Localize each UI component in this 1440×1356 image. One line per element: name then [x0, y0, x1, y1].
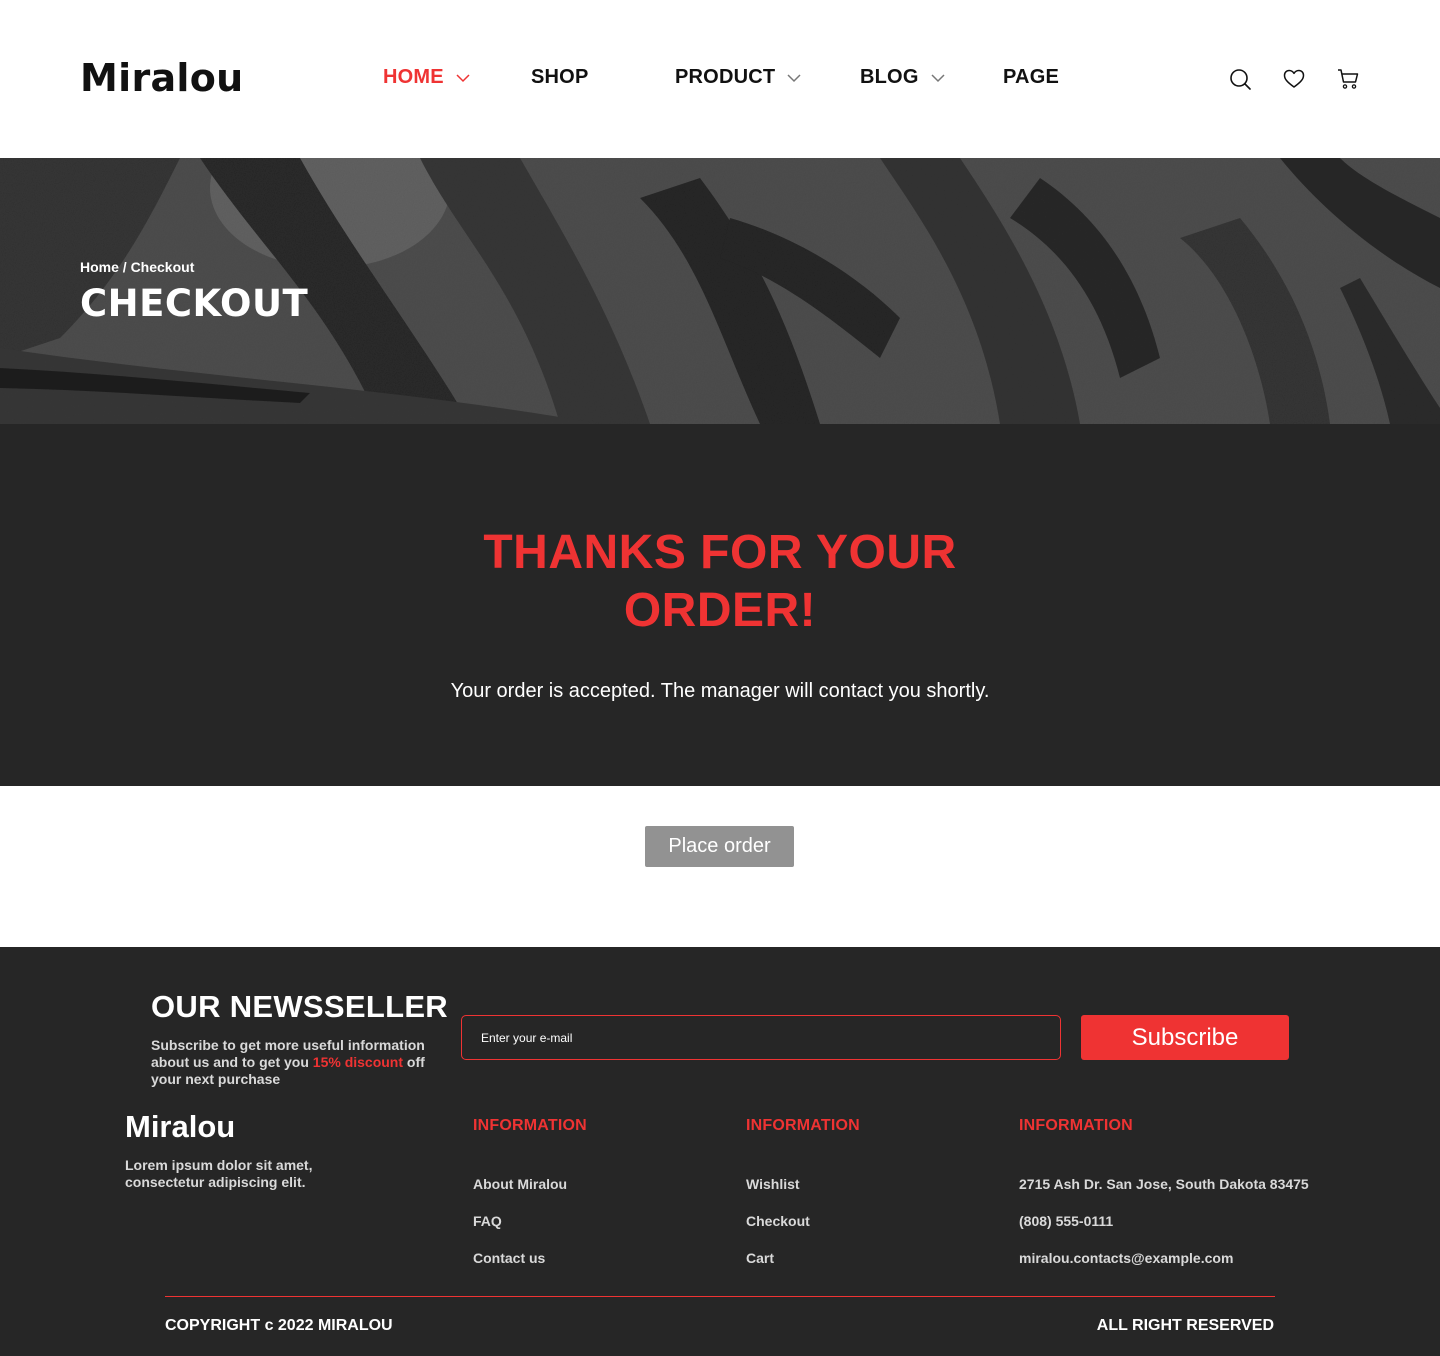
site-header: Miralou HOME SHOP PRODUCT BLOG PAGE	[0, 0, 1440, 158]
footer-column-title: INFORMATION	[473, 1117, 587, 1134]
confirmation-message: Your order is accepted. The manager will…	[450, 680, 990, 702]
footer-link-wishlist[interactable]: Wishlist	[746, 1176, 800, 1192]
footer-logo[interactable]: Miralou	[125, 1109, 235, 1145]
footer-column: INFORMATION 2715 Ash Dr. San Jose, South…	[1019, 1117, 1309, 1266]
nav-item-shop[interactable]: SHOP	[531, 66, 588, 89]
email-field[interactable]	[461, 1015, 1061, 1060]
footer-link-contact[interactable]: Contact us	[473, 1250, 545, 1266]
chevron-down-icon	[787, 73, 801, 82]
nav-item-label: HOME	[383, 66, 444, 88]
footer-divider	[165, 1296, 1275, 1297]
site-footer: OUR NEWSSELLER Subscribe to get more use…	[0, 947, 1440, 1356]
footer-link-about[interactable]: About Miralou	[473, 1176, 567, 1192]
nav-item-label: BLOG	[860, 66, 919, 88]
place-order-button[interactable]: Place order	[645, 826, 794, 867]
discount-highlight: 15% discount	[312, 1054, 404, 1070]
confirmation-title: THANKS FOR YOUR ORDER!	[483, 526, 957, 637]
search-icon[interactable]	[1229, 68, 1251, 90]
nav-item-product[interactable]: PRODUCT	[675, 66, 801, 89]
footer-description: Lorem ipsum dolor sit amet, consectetur …	[125, 1157, 313, 1190]
footer-email[interactable]: miralou.contacts@example.com	[1019, 1250, 1233, 1266]
newsletter-description: Subscribe to get more useful information…	[151, 1037, 451, 1088]
footer-column-title: INFORMATION	[746, 1117, 860, 1134]
footer-column-title: INFORMATION	[1019, 1117, 1133, 1134]
footer-link-faq[interactable]: FAQ	[473, 1213, 502, 1229]
nav-item-page[interactable]: PAGE	[1003, 66, 1059, 89]
footer-phone[interactable]: (808) 555-0111	[1019, 1213, 1113, 1229]
subscribe-button[interactable]: Subscribe	[1081, 1015, 1289, 1060]
heart-icon[interactable]	[1283, 68, 1305, 90]
nav-item-label: PRODUCT	[675, 66, 776, 88]
footer-address: 2715 Ash Dr. San Jose, South Dakota 8347…	[1019, 1176, 1309, 1192]
page-title: CHECKOUT	[80, 282, 309, 325]
nav-item-label: SHOP	[531, 66, 589, 88]
site-logo[interactable]: Miralou	[80, 56, 244, 100]
chevron-down-icon	[456, 73, 470, 82]
nav-item-label: PAGE	[1003, 66, 1059, 88]
nav-item-home[interactable]: HOME	[383, 66, 470, 89]
copyright-text: COPYRIGHT c 2022 MIRALOU	[165, 1317, 393, 1334]
breadcrumb[interactable]: Home / Checkout	[80, 259, 194, 275]
chevron-down-icon	[931, 73, 945, 82]
nav-item-blog[interactable]: BLOG	[860, 66, 945, 89]
footer-column: INFORMATION Wishlist Checkout Cart	[746, 1117, 860, 1266]
newsletter-title: OUR NEWSSELLER	[151, 989, 448, 1024]
cart-icon[interactable]	[1337, 68, 1359, 90]
footer-link-cart[interactable]: Cart	[746, 1250, 774, 1266]
rights-text: ALL RIGHT RESERVED	[1096, 1317, 1274, 1334]
order-confirmation: THANKS FOR YOUR ORDER! Your order is acc…	[0, 424, 1440, 786]
hero-banner: Home / Checkout CHECKOUT	[0, 158, 1440, 424]
footer-column: INFORMATION About Miralou FAQ Contact us	[473, 1117, 587, 1266]
footer-link-checkout[interactable]: Checkout	[746, 1213, 810, 1229]
